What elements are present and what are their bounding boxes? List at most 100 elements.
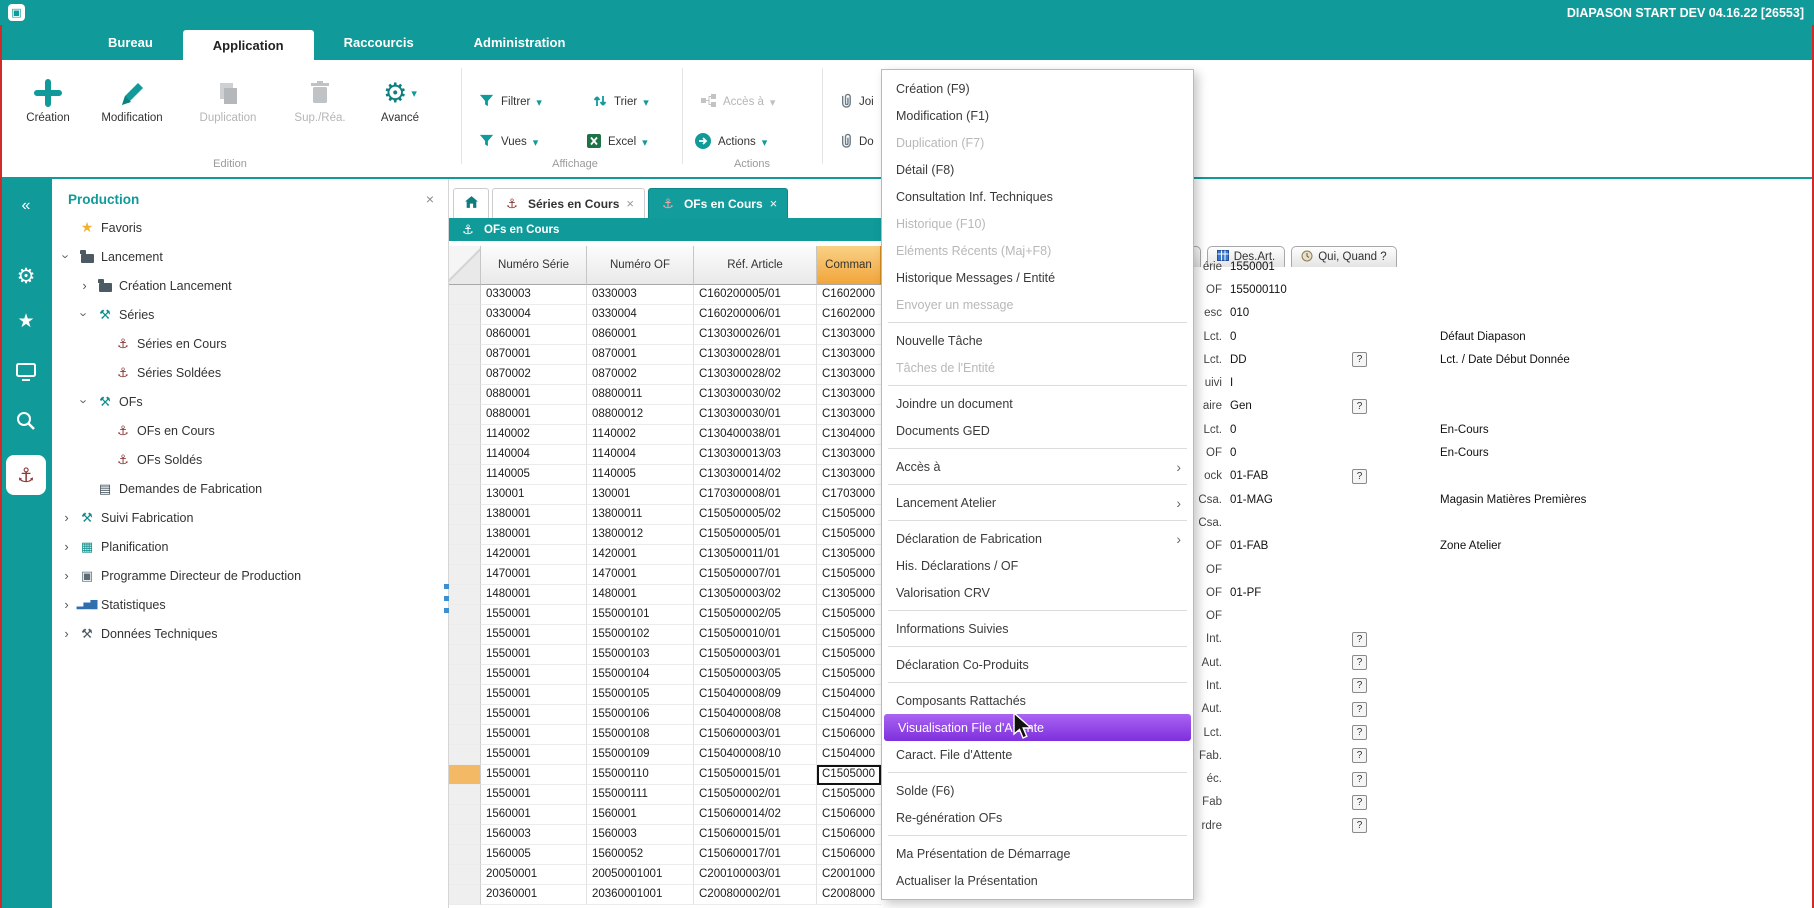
row-selector[interactable] [449,425,481,445]
row-selector[interactable] [449,665,481,685]
tree-item[interactable]: Séries en Cours [52,329,448,358]
context-menu-item[interactable] [888,642,1187,651]
context-menu-item[interactable]: His. Déclarations / OF [882,552,1193,579]
tree-item[interactable]: OFs en Cours [52,416,448,445]
context-menu-item[interactable] [888,381,1187,390]
help-button[interactable]: ? [1352,399,1367,414]
tree-item[interactable]: Statistiques [52,590,448,619]
joindre-button[interactable]: Joi [838,90,874,114]
tree-item[interactable]: Séries [52,300,448,329]
context-menu-item[interactable]: Consultation Inf. Techniques [882,183,1193,210]
context-menu-item[interactable]: Modification (F1) [882,102,1193,129]
help-button[interactable]: ? [1352,772,1367,787]
tree-item[interactable]: Lancement [52,242,448,271]
row-selector[interactable] [449,685,481,705]
help-button[interactable]: ? [1352,725,1367,740]
column-header-numero-serie[interactable]: Numéro Série [481,246,587,285]
vues-button[interactable]: Vues ▾ [478,130,538,154]
modification-button[interactable]: Modification [88,74,176,124]
tree-item[interactable]: Programme Directeur de Production [52,561,448,590]
help-button[interactable]: ? [1352,678,1367,693]
chevron-icon[interactable] [60,510,73,525]
context-menu-item[interactable]: Historique Messages / Entité [882,264,1193,291]
tree-item[interactable]: Création Lancement [52,271,448,300]
chevron-icon[interactable] [60,626,73,641]
tree-item[interactable]: Séries Soldées [52,358,448,387]
panel-splitter[interactable] [444,584,449,613]
context-menu-item[interactable]: Joindre un document [882,390,1193,417]
row-selector[interactable] [449,625,481,645]
help-button[interactable]: ? [1352,469,1367,484]
actions-button[interactable]: Actions ▾ [694,130,767,154]
context-menu-item[interactable]: Historique (F10) [882,210,1193,237]
row-selector[interactable] [449,765,481,785]
context-menu-item[interactable]: Actualiser la Présentation [882,867,1193,894]
tab-ofs-en-cours[interactable]: OFs en Cours × [648,188,788,218]
chevron-icon[interactable] [60,249,73,264]
monitor-icon[interactable] [0,361,52,388]
row-selector[interactable] [449,485,481,505]
context-menu-item[interactable]: Création (F9) [882,75,1193,102]
row-selector[interactable] [449,345,481,365]
collapse-panel-icon[interactable]: « [0,197,52,215]
menu-tab-bureau[interactable]: Bureau [78,25,183,60]
star-icon[interactable]: ★ [0,310,52,333]
row-selector[interactable] [449,825,481,845]
help-button[interactable]: ? [1352,702,1367,717]
row-selector[interactable] [449,725,481,745]
suppression-button[interactable]: Sup./Réa. [276,74,364,124]
tree-item[interactable]: Demandes de Fabrication [52,474,448,503]
context-menu-item[interactable] [888,318,1187,327]
help-button[interactable]: ? [1352,748,1367,763]
creation-button[interactable]: Création [4,74,92,124]
search-icon[interactable] [0,410,52,437]
context-menu-item[interactable]: Valorisation CRV [882,579,1193,606]
close-panel-icon[interactable]: × [426,191,434,207]
documents-button[interactable]: Do [838,130,874,154]
acces-a-button[interactable]: Accès à ▾ [700,90,775,114]
row-selector[interactable] [449,545,481,565]
row-selector[interactable] [449,745,481,765]
context-menu-item[interactable]: Détail (F8) [882,156,1193,183]
context-menu-item[interactable] [888,516,1187,525]
row-selector[interactable] [449,585,481,605]
context-menu-item[interactable]: Nouvelle Tâche [882,327,1193,354]
context-menu-item[interactable]: Duplication (F7) [882,129,1193,156]
column-header-commande[interactable]: Comman [817,246,881,285]
tree-item[interactable]: OFs Soldés [52,445,448,474]
row-selector[interactable] [449,385,481,405]
chevron-icon[interactable] [78,278,91,293]
context-menu-item[interactable]: Tâches de l'Entité [882,354,1193,381]
tree-item[interactable]: Planification [52,532,448,561]
row-selector[interactable] [449,405,481,425]
row-selector[interactable] [449,885,481,905]
gear-icon[interactable]: ⚙ [0,264,52,289]
menu-tab-application[interactable]: Application [183,30,314,60]
production-module-icon[interactable]: ⚓ [6,455,46,495]
row-selector[interactable] [449,325,481,345]
context-menu-item[interactable]: Visualisation File d'Attente [884,714,1191,741]
context-menu-item[interactable]: Déclaration Co-Produits [882,651,1193,678]
help-button[interactable]: ? [1352,795,1367,810]
chevron-icon[interactable] [78,394,91,409]
context-menu-item[interactable]: Accès à › [882,453,1193,480]
row-selector[interactable] [449,505,481,525]
context-menu-item[interactable]: Lancement Atelier › [882,489,1193,516]
column-header-ref-article[interactable]: Réf. Article [694,246,817,285]
tree-item[interactable]: Données Techniques [52,619,448,648]
context-menu-item[interactable] [888,678,1187,687]
chevron-icon[interactable] [60,539,73,554]
help-button[interactable]: ? [1352,655,1367,670]
close-tab-icon[interactable]: × [626,196,634,211]
chevron-icon[interactable] [78,307,91,322]
chevron-icon[interactable] [60,597,73,612]
row-selector[interactable] [449,445,481,465]
context-menu-item[interactable] [888,606,1187,615]
tree-item[interactable]: OFs [52,387,448,416]
row-selector[interactable] [449,285,481,305]
row-selector[interactable] [449,525,481,545]
context-menu-item[interactable]: Re-génération OFs [882,804,1193,831]
tab-series-en-cours[interactable]: Séries en Cours × [492,188,645,218]
row-selector[interactable] [449,565,481,585]
column-header-numero-of[interactable]: Numéro OF [587,246,694,285]
